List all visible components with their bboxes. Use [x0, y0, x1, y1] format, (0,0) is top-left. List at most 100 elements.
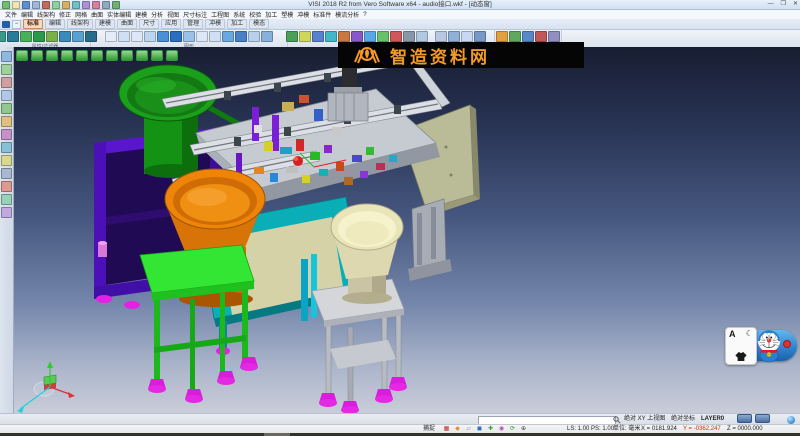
ribbon-tab[interactable]: 标准	[23, 19, 43, 29]
left-tool-trim-icon[interactable]	[1, 116, 12, 127]
refresh-icon[interactable]: ⟳	[509, 426, 516, 433]
workplane-align-icon[interactable]	[461, 31, 473, 42]
workplane-reset-icon[interactable]	[474, 31, 486, 42]
hidden-line-icon[interactable]	[183, 31, 195, 42]
menu-item[interactable]: 尺寸标注	[183, 10, 207, 19]
pick-face-icon[interactable]	[312, 31, 324, 42]
view-front-icon[interactable]	[222, 31, 234, 42]
left-tool-arc-icon[interactable]	[1, 77, 12, 88]
menu-item[interactable]: 编辑	[21, 10, 33, 19]
wireframe-icon[interactable]	[170, 31, 182, 42]
quick-view-icon-4[interactable]	[61, 50, 73, 61]
left-tool-rotate-icon[interactable]	[1, 168, 12, 179]
ribbon-tab[interactable]: 建模	[95, 19, 115, 29]
delete-icon[interactable]	[535, 31, 547, 42]
pick-body-icon[interactable]	[325, 31, 337, 42]
perspective-icon[interactable]	[196, 31, 208, 42]
app-button-icon[interactable]	[2, 21, 10, 28]
system-settings-icon[interactable]	[496, 31, 508, 42]
left-tool-scale-icon[interactable]	[1, 181, 12, 192]
quick-view-icon-1[interactable]	[16, 50, 28, 61]
pick-poly-icon[interactable]	[377, 31, 389, 42]
globe-status-icon[interactable]	[787, 416, 795, 424]
menu-item[interactable]: ?	[363, 12, 366, 18]
workplane-new-icon[interactable]	[448, 31, 460, 42]
quick-view-icon-5[interactable]	[76, 50, 88, 61]
layers-icon[interactable]	[522, 31, 534, 42]
left-tool-mirror-icon[interactable]	[1, 142, 12, 153]
mask-icon[interactable]	[59, 31, 71, 42]
menu-item[interactable]: 线架构	[37, 10, 55, 19]
type-filter-icon[interactable]	[46, 31, 58, 42]
ribbon-tab[interactable]: 应用	[161, 19, 181, 29]
search-icon[interactable]	[613, 416, 621, 424]
grid-snap-icon[interactable]: ▦	[443, 426, 450, 433]
pick-point-icon[interactable]	[286, 31, 298, 42]
ribbon-tab[interactable]: 加工	[227, 19, 247, 29]
ribbon-tab[interactable]: 曲面	[117, 19, 137, 29]
layer-filter-icon[interactable]	[20, 31, 32, 42]
menu-item[interactable]: 系统	[233, 10, 245, 19]
left-tool-circle-icon[interactable]	[1, 90, 12, 101]
menu-item[interactable]: 实体编辑	[107, 10, 131, 19]
ribbon-collapse-button[interactable]: −	[12, 20, 21, 29]
menu-item[interactable]: 分析	[151, 10, 163, 19]
pick-group-icon[interactable]	[351, 31, 363, 42]
menu-item[interactable]: 曲面	[91, 10, 103, 19]
menu-item[interactable]: 文件	[5, 10, 17, 19]
select-all-icon[interactable]	[72, 31, 84, 42]
quick-view-icon-8[interactable]	[121, 50, 133, 61]
info-icon[interactable]	[548, 31, 560, 42]
menu-item[interactable]: 建模	[135, 10, 147, 19]
ribbon-tab[interactable]: 冲模	[205, 19, 225, 29]
database-icon[interactable]	[509, 31, 521, 42]
left-tool-line-icon[interactable]	[1, 64, 12, 75]
ime-mode-card[interactable]: A ☾	[725, 327, 757, 365]
menu-item[interactable]: 修正	[59, 10, 71, 19]
minimize-button[interactable]: —	[768, 0, 774, 9]
menu-item[interactable]: 网格	[75, 10, 87, 19]
left-tool-array-icon[interactable]	[1, 194, 12, 205]
menu-item[interactable]: 塑模	[281, 10, 293, 19]
menu-item[interactable]: 加工	[265, 10, 277, 19]
end-snap-icon[interactable]: ◉	[498, 426, 505, 433]
close-button[interactable]: ✕	[793, 0, 798, 9]
zoom-window-icon[interactable]	[131, 31, 143, 42]
plane-snap-icon[interactable]: ▱	[465, 426, 472, 433]
menu-item[interactable]: 视图	[167, 10, 179, 19]
ribbon-tab[interactable]: 模态	[249, 19, 269, 29]
view-iso-icon[interactable]	[235, 31, 247, 42]
pick-last-icon[interactable]	[403, 31, 415, 42]
quick-view-icon-3[interactable]	[46, 50, 58, 61]
rotate-view-icon[interactable]	[248, 31, 260, 42]
viewport-3d-canvas[interactable]	[14, 47, 800, 413]
workplane-xy-icon[interactable]	[435, 31, 447, 42]
entity-snap-icon[interactable]: ◼	[476, 426, 483, 433]
menu-item[interactable]: 工程图	[211, 10, 229, 19]
maximize-button[interactable]: ❐	[781, 0, 786, 9]
redraw-icon[interactable]	[105, 31, 117, 42]
status-button-1[interactable]	[737, 414, 752, 423]
view-top-icon[interactable]	[209, 31, 221, 42]
menu-item[interactable]: 模流分析	[335, 10, 359, 19]
quick-view-icon-6[interactable]	[91, 50, 103, 61]
ime-toolbar-widget[interactable]: A ☾	[725, 326, 797, 366]
quick-view-icon-11[interactable]	[166, 50, 178, 61]
shade-icon[interactable]	[157, 31, 169, 42]
pick-clear-icon[interactable]	[390, 31, 402, 42]
quick-view-icon-7[interactable]	[106, 50, 118, 61]
left-tool-offset-icon[interactable]	[1, 129, 12, 140]
ribbon-tab[interactable]: 尺寸	[139, 19, 159, 29]
menu-item[interactable]: 冲模	[297, 10, 309, 19]
pick-box-icon[interactable]	[364, 31, 376, 42]
left-tool-move-icon[interactable]	[1, 155, 12, 166]
pick-chain-icon[interactable]	[338, 31, 350, 42]
pick-edge-icon[interactable]	[299, 31, 311, 42]
color-filter-icon[interactable]	[33, 31, 45, 42]
filter-icon[interactable]	[7, 31, 19, 42]
crosshair-icon[interactable]: ⊕	[520, 426, 527, 433]
menu-item[interactable]: 标准件	[313, 10, 331, 19]
ribbon-tab[interactable]: 管理	[183, 19, 203, 29]
left-tool-select-icon[interactable]	[1, 51, 12, 62]
point-snap-icon[interactable]: ◆	[454, 426, 461, 433]
